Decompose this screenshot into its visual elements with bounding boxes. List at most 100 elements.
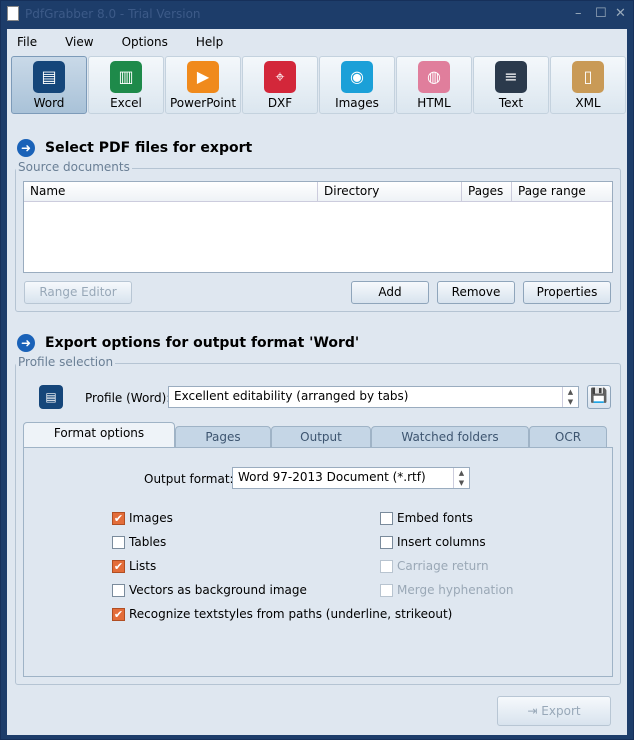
checkbox-label: Embed fonts: [397, 511, 473, 525]
format-options-panel: Output format: Word 97-2013 Document (*.…: [23, 447, 613, 677]
tab-format-options[interactable]: Format options: [23, 422, 175, 448]
profile-value: Excellent editability (arranged by tabs): [174, 389, 409, 403]
excel-format-icon: ▥: [110, 61, 142, 93]
checkbox-label: Merge hyphenation: [397, 583, 514, 597]
tab-ocr[interactable]: OCR: [529, 426, 607, 448]
app-icon: [7, 6, 19, 21]
client-area: File View Options Help ▤ Word ▥ Excel ▶ Power…: [7, 29, 627, 735]
close-button[interactable]: ✕: [615, 6, 626, 21]
arrow-right-icon: ➜: [17, 139, 35, 157]
checkbox-box: [380, 535, 393, 549]
checkbox-tables[interactable]: Tables: [112, 535, 166, 549]
export-button[interactable]: ⇥ Export: [497, 696, 611, 726]
checkbox-embed[interactable]: Embed fonts: [380, 511, 473, 525]
menu-options[interactable]: Options: [118, 33, 172, 51]
format-label: PowerPoint: [169, 96, 237, 110]
options-tabs: Format options Pages Output Watched fold…: [23, 422, 607, 448]
checkbox-recognize[interactable]: ✔ Recognize textstyles from paths (underl…: [112, 607, 452, 621]
checkbox-box: [380, 559, 393, 573]
output-format-select[interactable]: Word 97-2013 Document (*.rtf) ▲ ▼: [232, 467, 470, 489]
properties-button[interactable]: Properties: [523, 281, 611, 304]
window-title: PdfGrabber 8.0 - Trial Version: [25, 7, 201, 21]
checkbox-box: [380, 511, 393, 525]
checkbox-label: Vectors as background image: [129, 583, 307, 597]
checkbox-box: [112, 583, 125, 597]
word-profile-icon: ▤: [39, 385, 63, 409]
app-window: PdfGrabber 8.0 - Trial Version – ☐ ✕ Fil…: [0, 0, 634, 740]
save-profile-button[interactable]: 💾: [587, 385, 611, 409]
spinner-icon: ▲ ▼: [562, 387, 578, 407]
checkbox-box: [380, 583, 393, 597]
column-header-name[interactable]: Name: [24, 182, 318, 202]
format-button-powerpoint[interactable]: ▶ PowerPoint: [165, 56, 241, 114]
select-section-header: ➜ Select PDF files for export: [17, 139, 252, 157]
format-button-dxf[interactable]: ⌖ DXF: [242, 56, 318, 114]
maximize-button[interactable]: ☐: [595, 6, 607, 21]
checkbox-insert[interactable]: Insert columns: [380, 535, 486, 549]
menu-bar: File View Options Help: [13, 33, 227, 51]
format-button-images[interactable]: ◉ Images: [319, 56, 395, 114]
checkbox-label: Tables: [129, 535, 167, 549]
floppy-disk-icon: 💾: [590, 388, 608, 404]
format-button-excel[interactable]: ▥ Excel: [88, 56, 164, 114]
checkbox-lists[interactable]: ✔ Lists: [112, 559, 156, 573]
tab-watched-folders[interactable]: Watched folders: [371, 426, 529, 448]
arrow-right-icon: ➜: [17, 334, 35, 352]
checkbox-label: Images: [129, 511, 173, 525]
spinner-icon: ▲ ▼: [453, 468, 469, 488]
format-button-html[interactable]: ◍ HTML: [396, 56, 472, 114]
checkbox-box: ✔: [112, 559, 125, 573]
format-label: Excel: [110, 96, 142, 110]
format-label: XML: [575, 96, 601, 110]
group-label: Source documents: [16, 160, 132, 174]
format-button-word[interactable]: ▤ Word: [11, 56, 87, 114]
checkbox-label: Recognize textstyles from paths (underli…: [129, 607, 453, 621]
add-button[interactable]: Add: [351, 281, 429, 304]
range-editor-button[interactable]: Range Editor: [24, 281, 132, 304]
checkbox-merge: Merge hyphenation: [380, 583, 514, 597]
export-section-title: Export options for output format 'Word': [45, 335, 360, 351]
export-icon: ⇥: [527, 704, 542, 718]
column-header-page-range[interactable]: Page range: [512, 182, 612, 202]
format-button-text[interactable]: ≡ Text: [473, 56, 549, 114]
source-documents-table[interactable]: Name Directory Pages Page range: [23, 181, 613, 273]
tab-output[interactable]: Output: [271, 426, 371, 448]
format-label: HTML: [417, 96, 451, 110]
menu-help[interactable]: Help: [192, 33, 227, 51]
minimize-button[interactable]: –: [575, 6, 582, 21]
checkbox-carriage: Carriage return: [380, 559, 489, 573]
html-format-icon: ◍: [418, 61, 450, 93]
menu-view[interactable]: View: [61, 33, 97, 51]
export-label: Export: [541, 704, 581, 718]
group-label: Profile selection: [16, 355, 116, 369]
remove-button[interactable]: Remove: [437, 281, 515, 304]
export-section-header: ➜ Export options for output format 'Word…: [17, 334, 359, 352]
checkbox-label: Lists: [129, 559, 157, 573]
column-header-pages[interactable]: Pages: [462, 182, 512, 202]
checkbox-label: Insert columns: [397, 535, 486, 549]
checkbox-vectors[interactable]: Vectors as background image: [112, 583, 307, 597]
images-format-icon: ◉: [341, 61, 373, 93]
format-label: DXF: [267, 96, 293, 110]
text-format-icon: ≡: [495, 61, 527, 93]
format-label: Word: [33, 96, 65, 110]
format-button-xml[interactable]: ▯ XML: [550, 56, 626, 114]
menu-file[interactable]: File: [13, 33, 41, 51]
profile-label: Profile (Word):: [85, 391, 171, 405]
checkbox-box: ✔: [112, 511, 125, 525]
format-label: Images: [335, 96, 379, 110]
checkbox-images[interactable]: ✔ Images: [112, 511, 173, 525]
word-format-icon: ▤: [33, 61, 65, 93]
output-format-label: Output format:: [144, 472, 234, 486]
tab-pages[interactable]: Pages: [175, 426, 271, 448]
checkbox-box: ✔: [112, 607, 125, 621]
format-toolbar: ▤ Word ▥ Excel ▶ PowerPoint ⌖ DXF ◉ Images ◍ HTML ≡ T…: [11, 56, 627, 114]
xml-format-icon: ▯: [572, 61, 604, 93]
format-label: Text: [498, 96, 524, 110]
column-header-directory[interactable]: Directory: [318, 182, 462, 202]
title-bar: PdfGrabber 8.0 - Trial Version – ☐ ✕: [1, 1, 633, 29]
profile-select[interactable]: Excellent editability (arranged by tabs)…: [168, 386, 579, 408]
select-section-title: Select PDF files for export: [45, 140, 253, 156]
dxf-format-icon: ⌖: [264, 61, 296, 93]
output-format-value: Word 97-2013 Document (*.rtf): [238, 470, 426, 484]
